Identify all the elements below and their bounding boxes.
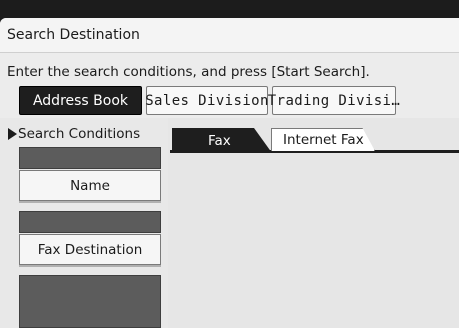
instruction-text: Enter the search conditions, and press [… bbox=[7, 64, 370, 80]
triangle-right-icon bbox=[8, 128, 17, 140]
page-title: Search Destination bbox=[7, 27, 140, 43]
name-button[interactable]: Name bbox=[19, 170, 161, 201]
search-conditions-label: Search Conditions bbox=[18, 126, 141, 142]
sales-division-button[interactable]: Sales Division bbox=[145, 86, 268, 115]
address-book-button[interactable]: Address Book bbox=[19, 86, 142, 115]
name-value-field bbox=[19, 147, 161, 169]
tab-internet-fax[interactable]: Internet Fax bbox=[271, 128, 375, 151]
fax-destination-button[interactable]: Fax Destination bbox=[19, 234, 161, 265]
trading-division-button[interactable]: Trading Divisi… bbox=[268, 86, 400, 115]
window-top-bar bbox=[0, 0, 459, 20]
search-conditions-heading: Search Conditions bbox=[8, 126, 140, 142]
fax-destination-value-field bbox=[19, 211, 161, 233]
extra-condition-field bbox=[19, 275, 161, 328]
